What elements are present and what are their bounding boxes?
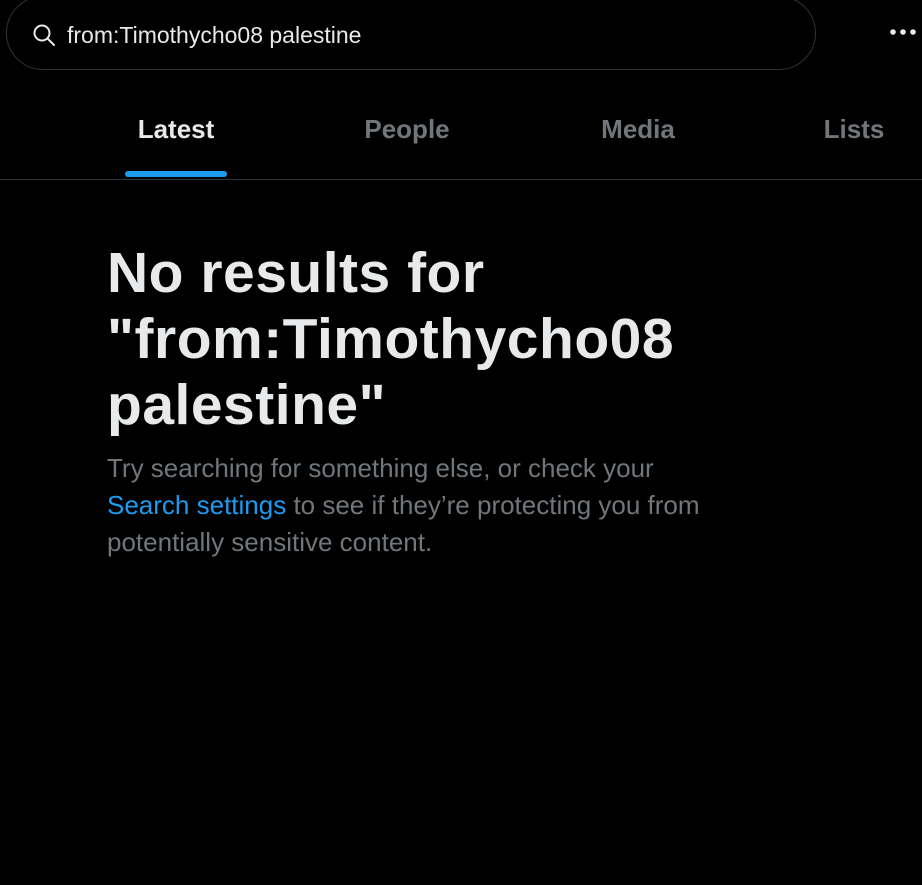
active-tab-indicator <box>125 171 227 177</box>
tab-media[interactable]: Media <box>572 88 704 179</box>
search-results-page: Latest People Media Lists No results for… <box>0 0 922 885</box>
tab-latest[interactable]: Latest <box>110 88 242 179</box>
more-horizontal-icon <box>880 25 920 43</box>
empty-state: No results for "from:Timothycho08 palest… <box>107 240 727 561</box>
tab-people[interactable]: People <box>340 88 474 179</box>
search-input[interactable] <box>67 21 767 49</box>
search-bar[interactable] <box>6 0 816 70</box>
tab-label: Lists <box>823 114 885 144</box>
search-settings-link[interactable]: Search settings <box>107 490 286 520</box>
description-text-before: Try searching for something else, or che… <box>107 453 654 483</box>
search-tabs: Latest People Media Lists <box>0 88 922 180</box>
more-options-button[interactable] <box>880 18 922 50</box>
tab-label: Media <box>601 114 675 144</box>
tab-lists[interactable]: Lists <box>800 88 908 179</box>
tab-label: People <box>364 114 450 144</box>
empty-state-description: Try searching for something else, or che… <box>107 450 707 561</box>
empty-state-title: No results for "from:Timothycho08 palest… <box>107 241 675 437</box>
tab-label: Latest <box>137 114 215 144</box>
search-icon <box>31 22 57 48</box>
